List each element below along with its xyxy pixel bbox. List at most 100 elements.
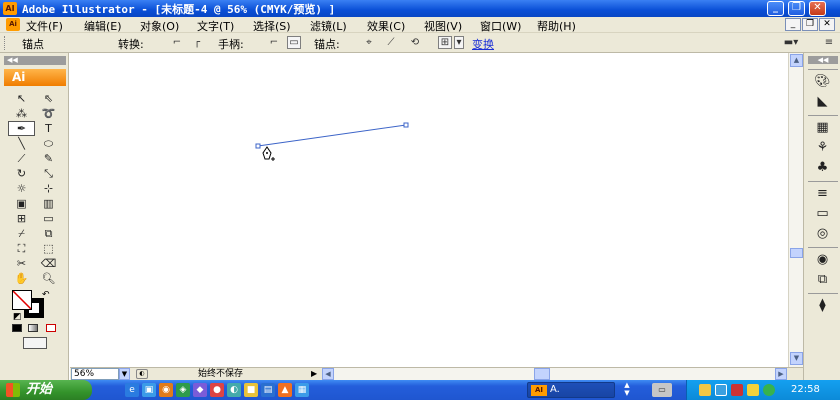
control-bar-menu-icon[interactable]: ≡ [822,36,836,49]
control-bar-grip[interactable] [4,36,7,50]
ie-quicklaunch-icon[interactable]: e [125,383,139,397]
horizontal-scroll-thumb[interactable] [534,368,550,380]
menu-file[interactable]: 文件(F) [26,18,63,34]
menu-select[interactable]: 选择(S) [253,18,291,34]
tray-shield-icon[interactable] [747,384,759,396]
transform-link[interactable]: 变换 [472,36,494,52]
scroll-left-icon[interactable]: ◀ [322,368,334,380]
tray-app-icon[interactable] [763,384,775,396]
eyedropper-tool-icon[interactable]: ⌿ [8,226,35,241]
pen-tool-icon[interactable]: ✒ [8,121,35,136]
horizontal-scrollbar[interactable]: ◀ ▶ [322,368,787,380]
hand-tool-icon[interactable]: ✋ [8,271,35,286]
swap-fill-stroke-icon[interactable]: ↶ [42,290,50,300]
version-cue-icon[interactable]: ◐ [136,369,148,379]
gradient-panel-icon[interactable]: ▭ [810,205,835,222]
symbol-sprayer-tool-icon[interactable]: ▣ [8,196,35,211]
doc-minimize-button[interactable]: _ [785,18,801,31]
warp-tool-icon[interactable]: ☼ [8,181,35,196]
convert-to-smooth-icon[interactable]: ┌ [190,36,204,49]
doc-restore-button[interactable]: ❐ [802,18,818,31]
graphic-styles-panel-icon[interactable]: ⧉ [810,271,835,288]
menu-help[interactable]: 帮助(H) [537,18,576,34]
stroke-panel-icon[interactable]: ≡ [810,185,835,202]
gradient-tool-icon[interactable]: ▭ [35,211,62,226]
direct-selection-tool-icon[interactable]: ⇖ [35,91,62,106]
artboard-canvas[interactable] [70,53,788,367]
vertical-scrollbar[interactable]: ▲ ▼ [788,53,803,367]
menu-edit[interactable]: 编辑(E) [84,18,122,34]
convert-to-corner-icon[interactable]: ⌐ [170,36,184,49]
hide-handles-icon[interactable]: ▭ [287,36,301,49]
ellipse-tool-icon[interactable]: ⬭ [35,136,62,151]
remove-anchor-icon[interactable]: ⌖ [362,36,376,49]
lasso-tool-icon[interactable]: ➰ [35,106,62,121]
app7-quicklaunch-icon[interactable]: ▲ [278,383,292,397]
dock-expand-button[interactable]: ◀◀ [808,56,838,64]
align-dropdown-icon[interactable]: ▾ [454,36,464,49]
type-tool-icon[interactable]: T [35,121,62,136]
scroll-right-icon[interactable]: ▶ [775,368,787,380]
screen-mode-button[interactable] [23,337,47,349]
cut-path-icon[interactable]: ⟲ [408,36,422,49]
zoom-tool-icon[interactable]: 🔍︎ [35,271,62,286]
menu-view[interactable]: 视图(V) [424,18,462,34]
pencil-tool-icon[interactable]: ✎ [35,151,62,166]
start-button[interactable]: 开始 [0,380,92,400]
connect-endpoints-icon[interactable]: ⟋ [384,36,398,49]
align-icon[interactable]: ⊞ [438,36,452,49]
menu-window[interactable]: 窗口(W) [480,18,521,34]
tray-security-icon[interactable] [731,384,743,396]
live-paint-bucket-tool-icon[interactable]: ⛶ [8,241,35,256]
minimize-button[interactable]: _ [767,1,784,16]
panel-options-icon[interactable]: ▬▾ [780,36,802,49]
magic-wand-tool-icon[interactable]: ⁂ [8,106,35,121]
line-segment-tool-icon[interactable]: ╲ [8,136,35,151]
app-icon[interactable]: AI [3,2,17,15]
slice-tool-icon[interactable]: ✂ [8,256,35,271]
scroll-up-icon[interactable]: ▲ [790,54,803,67]
gradient-mode-icon[interactable] [28,324,38,332]
brushes-panel-icon[interactable]: ⚘ [810,139,835,156]
appearance-panel-icon[interactable]: ◉ [810,251,835,268]
desktop-quicklaunch-icon[interactable]: ▣ [142,383,156,397]
status-menu-arrow-icon[interactable]: ▶ [311,368,317,380]
column-graph-tool-icon[interactable]: ▥ [35,196,62,211]
doc-close-button[interactable]: ✕ [819,18,835,31]
anchor-point[interactable] [255,143,261,149]
paintbrush-tool-icon[interactable]: ⟋ [8,151,35,166]
color-guide-panel-icon[interactable]: ◣ [810,93,835,110]
app6-quicklaunch-icon[interactable]: ▤ [261,383,275,397]
menu-filter[interactable]: 滤镜(L) [310,18,347,34]
transparency-panel-icon[interactable]: ◎ [810,225,835,242]
document-icon[interactable]: Ai [6,18,20,31]
menu-type[interactable]: 文字(T) [197,18,234,34]
none-mode-icon[interactable] [46,324,56,332]
app8-quicklaunch-icon[interactable]: ▦ [295,383,309,397]
close-button[interactable]: ✕ [809,1,826,16]
app5-quicklaunch-icon[interactable]: ■ [244,383,258,397]
illustrator-task-button[interactable]: AI A. [527,382,615,398]
fill-swatch[interactable] [12,290,32,310]
scale-tool-icon[interactable]: ⤡ [35,166,62,181]
toolbox-collapse-button[interactable]: ◀◀ [4,56,66,65]
scroll-down-icon[interactable]: ▼ [790,352,803,365]
vertical-scroll-thumb[interactable] [790,248,803,258]
zoom-dropdown-icon[interactable]: ▼ [119,368,130,380]
color-panel-icon[interactable]: 🎨︎ [810,73,835,90]
restore-button[interactable]: ❐ [788,1,805,16]
menu-effect[interactable]: 效果(C) [367,18,405,34]
tray-network-icon[interactable] [715,384,727,396]
tray-folder-icon[interactable] [699,384,711,396]
menu-object[interactable]: 对象(O) [140,18,179,34]
app3-quicklaunch-icon[interactable]: ● [210,383,224,397]
blend-tool-icon[interactable]: ⧉ [35,226,62,241]
taskbar-scroll-icon[interactable]: ▲ ▼ [621,381,633,399]
eraser-tool-icon[interactable]: ⌫ [35,256,62,271]
keyboard-icon[interactable]: ▭ [652,383,672,397]
swatches-panel-icon[interactable]: ▦ [810,119,835,136]
default-colors-icon[interactable]: ◩ [13,312,22,322]
media-quicklaunch-icon[interactable]: ◉ [159,383,173,397]
app4-quicklaunch-icon[interactable]: ◐ [227,383,241,397]
drawn-path[interactable] [257,124,407,147]
